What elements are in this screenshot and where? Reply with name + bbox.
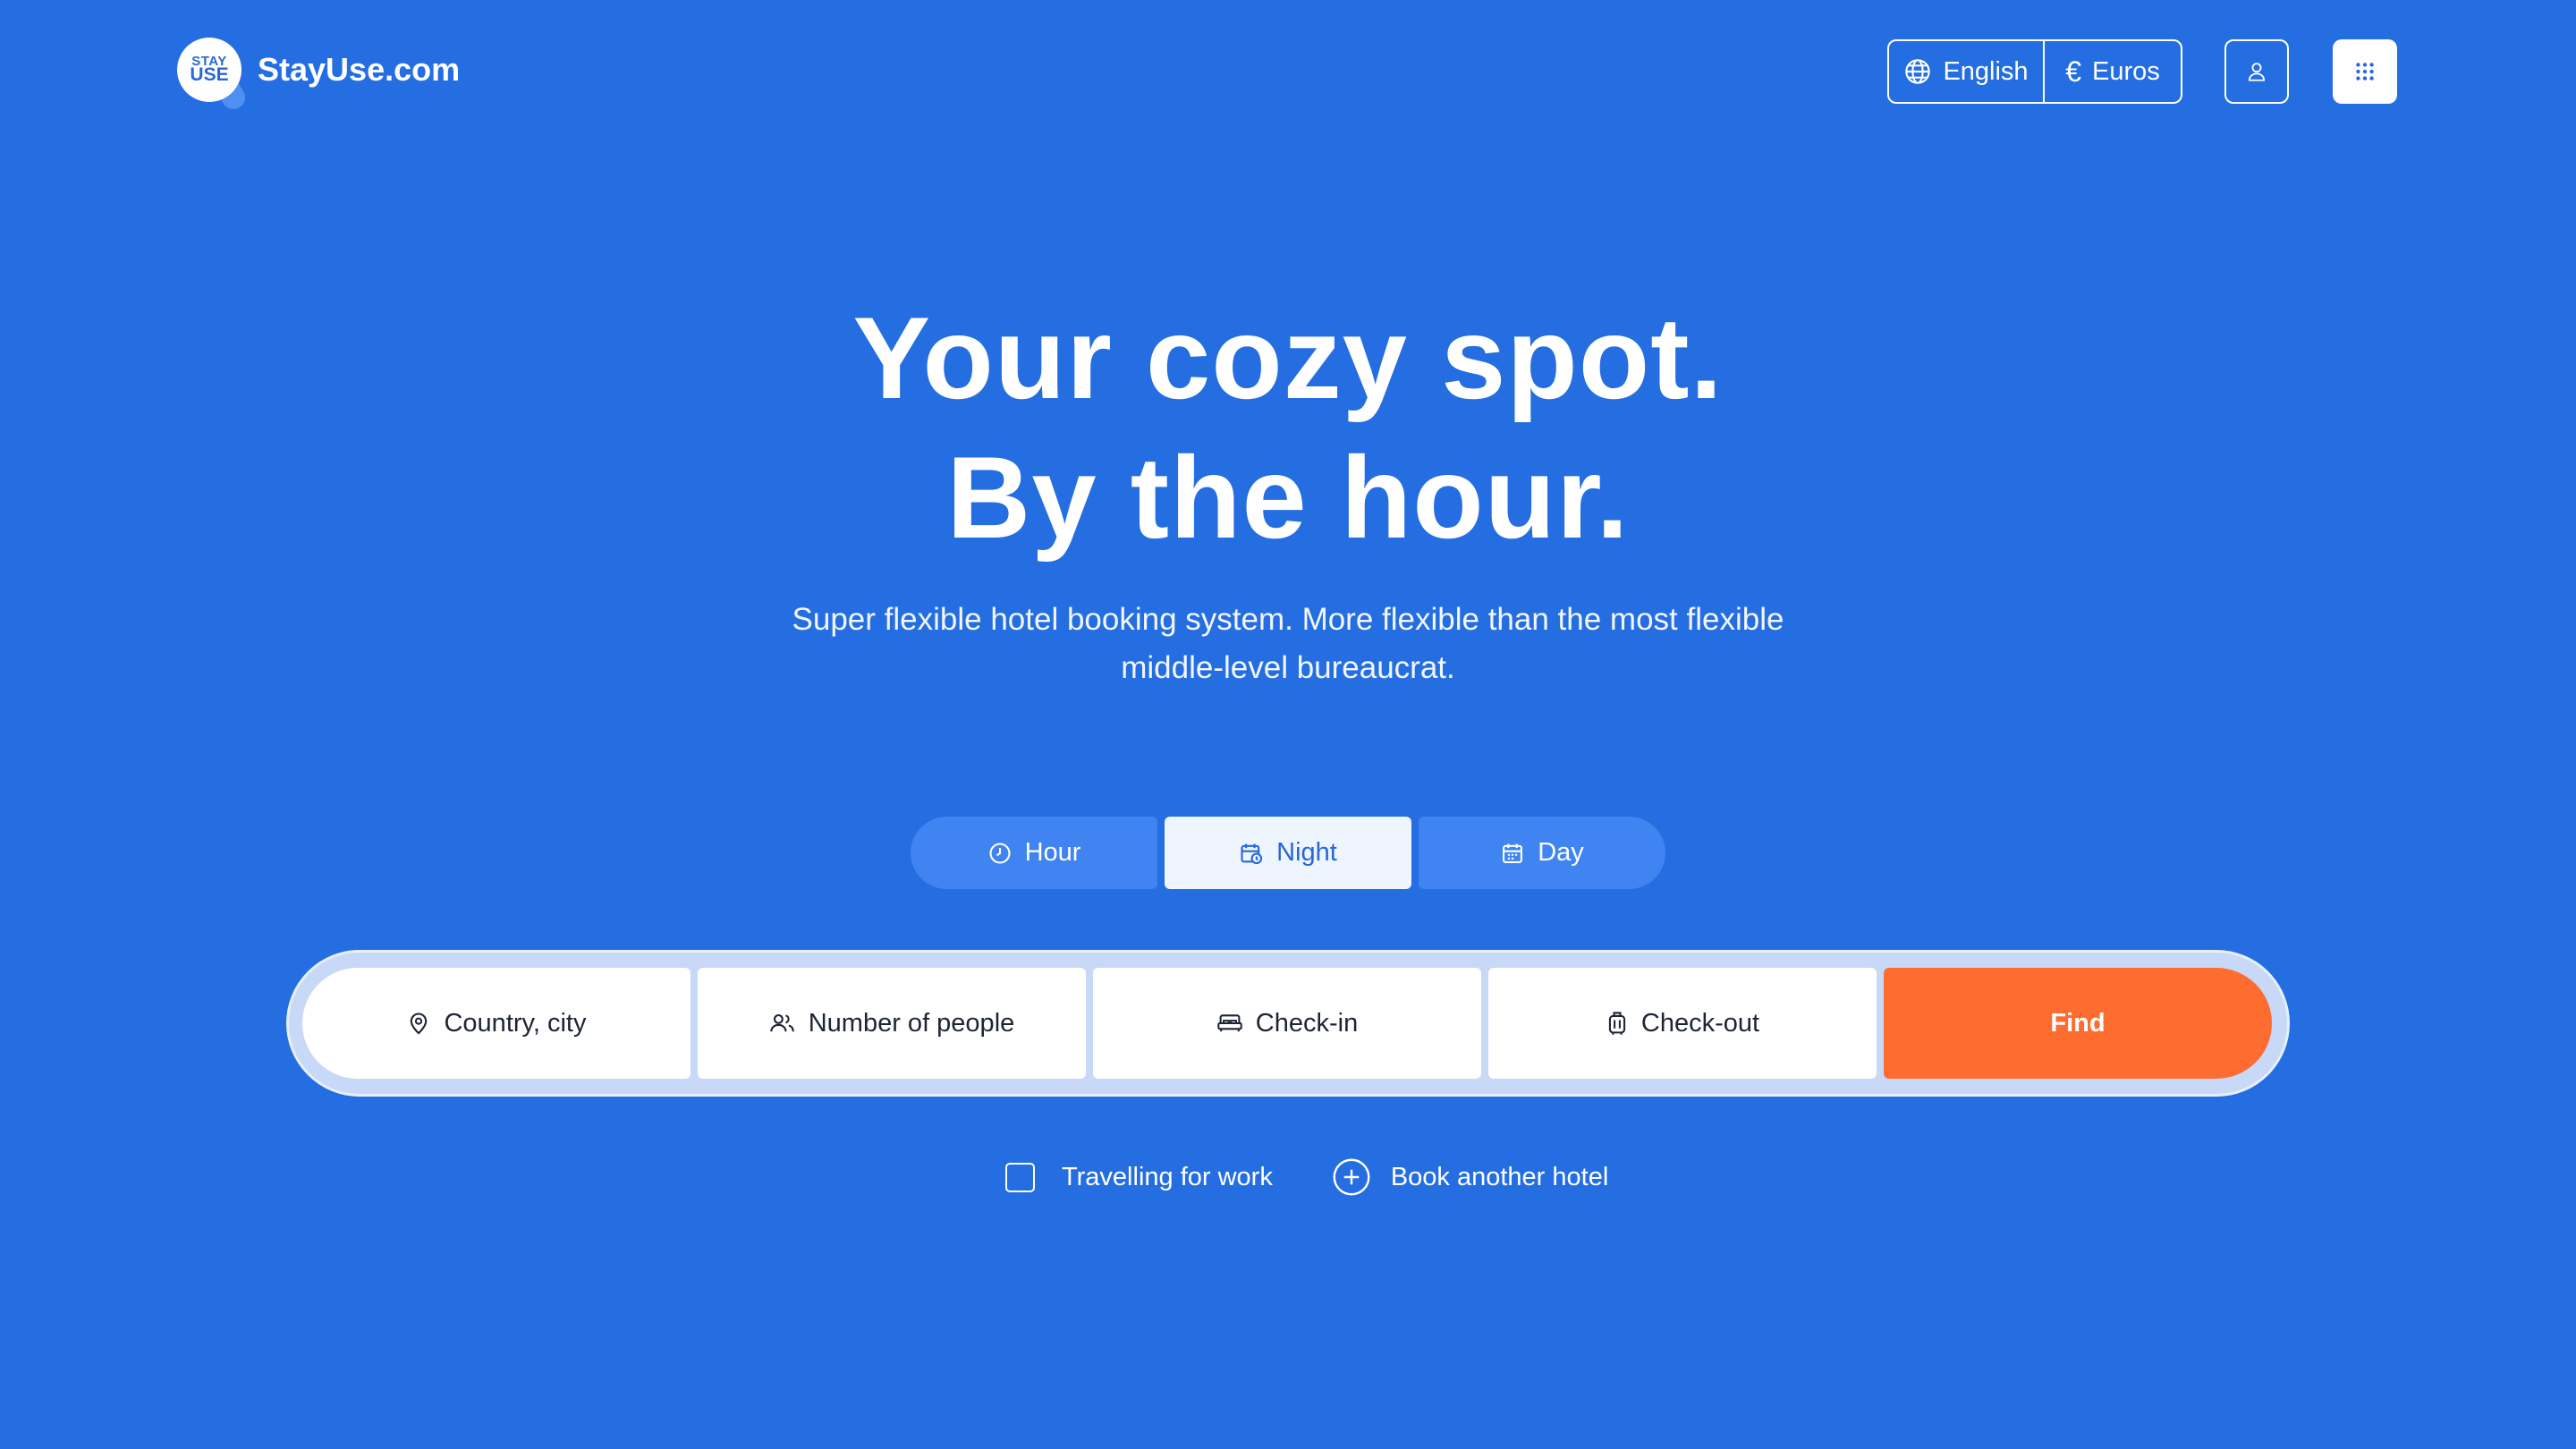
book-another-hotel-label: Book another hotel [1390,1162,1609,1191]
luggage-icon [1606,1010,1629,1037]
travelling-for-work-checkbox[interactable] [1005,1162,1035,1192]
checkin-field-label: Check-in [1255,1008,1359,1038]
tab-hour-label: Hour [1024,838,1081,867]
booking-mode-tabs: Hour Night Day [911,817,1665,889]
logo-badge-bottom: USE [190,64,229,86]
hero-title: Your cozy spot. By the hour. [0,288,2576,567]
hero-title-line-1: Your cozy spot. [852,292,1724,423]
location-field[interactable]: Country, city [302,968,691,1079]
travelling-for-work-option[interactable]: Travelling for work [1005,1162,1273,1192]
logo-link[interactable]: STAY USE StayUse.com [177,38,460,102]
bed-icon [1216,1011,1243,1036]
checkout-field-label: Check-out [1640,1008,1760,1038]
tab-night[interactable]: Night [1165,817,1411,889]
book-another-hotel-button[interactable]: Book another hotel [1332,1157,1608,1197]
travelling-for-work-label: Travelling for work [1062,1162,1273,1191]
find-button[interactable]: Find [1884,968,2272,1079]
site-header: STAY USE StayUse.com English € Euros [0,0,2576,143]
language-selector[interactable]: English [1889,41,2045,102]
clock-icon [987,841,1013,866]
people-field-label: Number of people [808,1008,1015,1038]
apps-menu-button[interactable] [2333,39,2397,104]
logo-badge: STAY USE [177,38,242,102]
search-options: Travelling for work Book another hotel [1005,1157,1608,1197]
location-field-label: Country, city [444,1008,587,1038]
user-icon [2245,60,2268,83]
checkin-field[interactable]: Check-in [1093,968,1481,1079]
checkout-field[interactable]: Check-out [1488,968,1877,1079]
calendar-clock-icon [1239,841,1264,866]
calendar-icon [1500,841,1525,866]
search-bar: Country, city Number of people Check-in [286,950,2290,1097]
account-button[interactable] [2224,39,2289,104]
hero-title-line-2: By the hour. [946,432,1630,563]
logo-text: StayUse.com [258,51,461,88]
people-field[interactable]: Number of people [698,968,1086,1079]
plus-circle-icon [1332,1157,1371,1197]
tab-hour[interactable]: Hour [911,817,1157,889]
globe-icon [1903,57,1932,86]
people-icon [769,1011,796,1036]
tab-night-label: Night [1276,838,1337,867]
currency-selector[interactable]: € Euros [2045,41,2181,102]
euro-icon: € [2065,55,2082,88]
hero-subtitle: Super flexible hotel booking system. Mor… [792,602,1784,685]
language-currency-selector: English € Euros [1887,39,2182,104]
grid-menu-icon [2353,60,2377,83]
currency-label: Euros [2092,56,2160,86]
tab-day-label: Day [1538,838,1584,867]
tab-day[interactable]: Day [1419,817,1665,889]
language-label: English [1943,56,2029,86]
map-pin-icon [406,1011,431,1036]
